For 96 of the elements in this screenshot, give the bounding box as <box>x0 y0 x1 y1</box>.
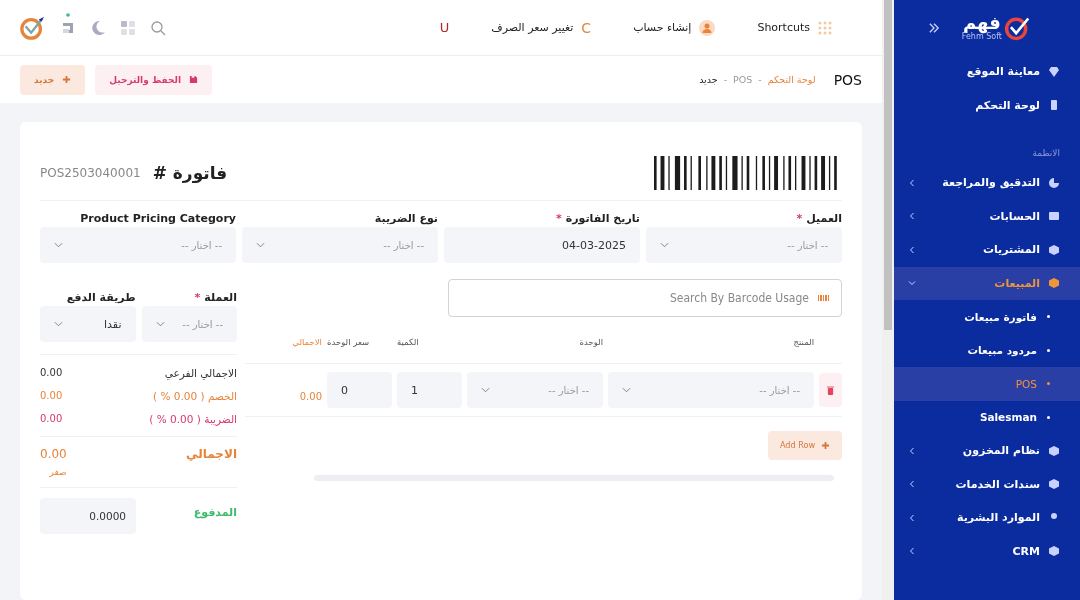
shortcuts-button[interactable]: Shortcuts <box>757 20 832 35</box>
field-label: نوع الضريبة <box>374 211 438 225</box>
notification-icon[interactable] <box>60 12 76 35</box>
payment-method-select[interactable]: نقدا <box>40 306 136 342</box>
chevron-icon <box>660 242 669 248</box>
quantity-field[interactable]: 1 <box>397 372 462 408</box>
page-title: POS <box>833 71 862 88</box>
plus-icon <box>62 75 72 84</box>
column-header: الوحدة <box>578 337 603 347</box>
scrollbar-thumb[interactable] <box>884 0 892 330</box>
menu-icon <box>1048 545 1060 558</box>
paid-label: المدفوع <box>193 505 237 519</box>
field-label: العميل <box>806 211 842 225</box>
menu-icon <box>1048 99 1060 112</box>
price-field[interactable]: 0 <box>327 372 392 408</box>
chevron-icon <box>908 178 916 187</box>
chevron-icon <box>908 279 916 288</box>
chevron-icon <box>908 513 916 522</box>
submenu-item[interactable]: POS <box>894 367 1080 401</box>
grid-icon[interactable] <box>120 19 136 36</box>
chevron-icon <box>908 547 916 556</box>
required-mark: * <box>796 211 803 225</box>
menu-icon <box>1048 176 1060 189</box>
chevron-icon <box>908 480 916 489</box>
field-label: العملة <box>204 290 237 304</box>
chevron-icon <box>481 387 490 393</box>
field-label: طريقة الدفع <box>66 290 136 304</box>
sidebar-item[interactable]: CRM <box>894 534 1080 568</box>
submenu-item[interactable]: Salesman <box>894 400 1080 434</box>
sidebar-item[interactable]: معاينة الموقع <box>894 55 1080 89</box>
delete-button[interactable] <box>819 373 842 407</box>
collapse-icon[interactable] <box>928 22 940 33</box>
sidebar-item[interactable]: الحسابات <box>894 199 1080 233</box>
chevron-icon <box>908 446 916 455</box>
total-label: الضريبة ( 0.00 % ) <box>149 412 237 425</box>
search-icon[interactable] <box>150 19 166 36</box>
chevron-icon <box>622 387 631 393</box>
sidebar-item[interactable]: لوحة التحكم <box>894 88 1080 122</box>
invoice-title: فاتورة # <box>152 163 228 183</box>
sidebar-item[interactable]: المبيعات <box>894 266 1080 300</box>
menu-icon <box>1048 478 1060 491</box>
total-value: 0.00 <box>40 390 63 401</box>
barcode-search-field[interactable]: Search By Barcode Usage <box>448 279 842 317</box>
avatar-icon <box>699 19 716 36</box>
date-field[interactable]: 04-03-2025 <box>444 227 640 263</box>
section-heading: الانظمة <box>1031 147 1061 160</box>
total-label: الاجمالي الفرعي <box>164 366 237 379</box>
menu-icon <box>1048 210 1060 223</box>
total-value: 0.00 <box>40 367 63 378</box>
breadcrumb-item: جديد <box>699 74 718 85</box>
paid-field[interactable]: 0.0000 <box>40 498 136 534</box>
column-header: الاجمالي <box>291 337 322 347</box>
breadcrumb-separator: - <box>758 74 762 85</box>
grand-total-label: الاجمالي <box>186 447 237 463</box>
column-header: المنتج <box>792 337 814 347</box>
barcode-icon <box>818 294 830 302</box>
u-mark[interactable]: U <box>439 20 450 35</box>
moon-icon[interactable] <box>90 19 106 36</box>
logo-icon[interactable] <box>20 14 46 41</box>
chevron-icon <box>54 321 63 327</box>
field-label: تاريخ الفاتورة <box>565 211 640 225</box>
sidebar-item[interactable]: المشتريات <box>894 233 1080 267</box>
chevron-icon <box>908 245 916 254</box>
required-mark: * <box>194 290 201 304</box>
invoice-number: POS2503040001 <box>40 166 141 180</box>
chevron-icon <box>908 212 916 221</box>
menu-icon <box>1048 444 1060 457</box>
total-value: 0.00 <box>40 413 63 424</box>
column-header: الكمية <box>397 337 420 347</box>
menu-icon <box>1048 243 1060 256</box>
amount-in-words: صفر <box>48 467 67 477</box>
trash-icon <box>827 385 834 395</box>
grand-total-value: 0.00 <box>40 447 67 461</box>
chevron-icon <box>54 242 63 248</box>
total-label: الخصم ( 0.00 % ) <box>153 389 237 402</box>
submenu-item[interactable]: فاتورة مبيعات <box>894 300 1080 334</box>
required-mark: * <box>555 211 562 225</box>
breadcrumb-separator: - <box>723 74 728 85</box>
plus-icon <box>821 440 830 450</box>
sidebar-item[interactable]: نظام المخزون <box>894 434 1080 468</box>
save-icon <box>189 75 198 84</box>
column-header: سعر الوحدة <box>327 337 371 347</box>
submenu-item[interactable]: مردود مبيعات <box>894 333 1080 367</box>
sidebar-item[interactable]: التدقيق والمراجعة <box>894 166 1080 200</box>
chevron-icon <box>155 321 165 327</box>
dots-grid-icon <box>818 20 832 35</box>
sidebar-item[interactable]: سندات الخدمات <box>894 467 1080 501</box>
row-total: 0.00 <box>298 389 322 402</box>
field-label: Product Pricing Category <box>80 211 236 225</box>
menu-icon <box>1048 277 1060 290</box>
logo-text: فهم <box>962 14 1001 32</box>
create-account-button[interactable]: إنشاء حساب <box>633 19 716 36</box>
chevron-icon <box>256 242 265 248</box>
menu-icon <box>1048 65 1060 78</box>
save-button[interactable]: الحفظ والترحيل <box>95 64 212 95</box>
sidebar-item[interactable]: الموارد البشرية <box>894 501 1080 535</box>
